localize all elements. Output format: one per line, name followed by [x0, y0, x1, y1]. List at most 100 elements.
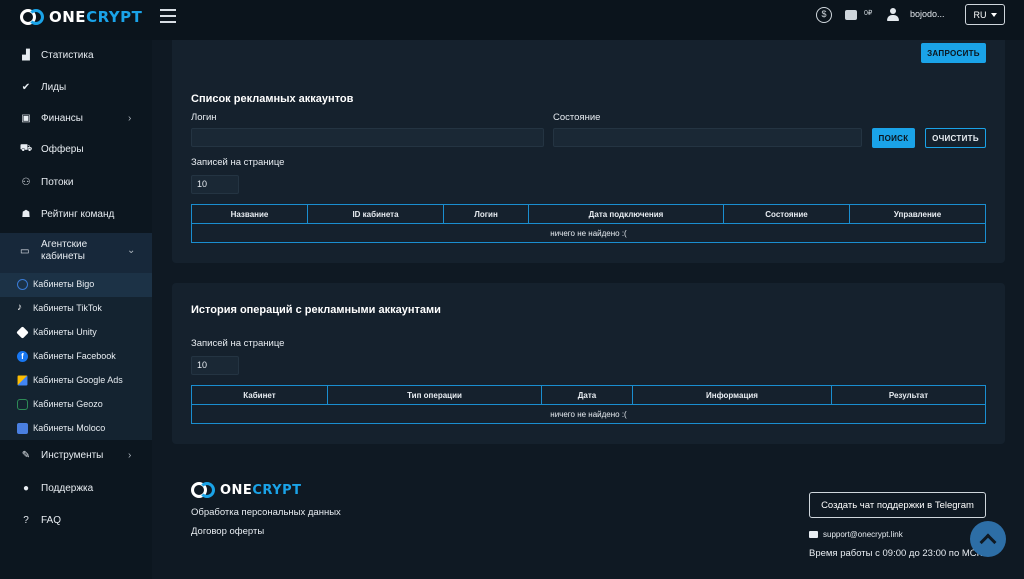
- sidebar-item-label: Рейтинг команд: [41, 208, 115, 220]
- sidebar-item-label: FAQ: [41, 514, 62, 526]
- col-header-cabinet-id[interactable]: ID кабинета: [307, 204, 444, 224]
- col-header-status[interactable]: Состояние: [723, 204, 850, 224]
- accounts-table: Название ID кабинета Логин Дата подключе…: [191, 204, 986, 243]
- clear-button[interactable]: ОЧИСТИТЬ: [925, 128, 986, 148]
- col-header-connected-date[interactable]: Дата подключения: [528, 204, 724, 224]
- brand-logo[interactable]: ONECRYPT: [20, 8, 142, 26]
- sidebar-item-support[interactable]: ● Поддержка: [0, 480, 152, 496]
- user-icon[interactable]: [887, 8, 899, 22]
- menu-toggle-icon[interactable]: [160, 9, 176, 23]
- sidebar-item-label: Лиды: [41, 81, 67, 93]
- language-label: RU: [973, 9, 987, 20]
- chevron-up-icon: [979, 533, 997, 551]
- sidebar-item-offers[interactable]: ⛟ Офферы: [0, 141, 152, 157]
- col-header-cabinet[interactable]: Кабинет: [191, 385, 328, 405]
- laptop-icon: ▭: [20, 246, 30, 257]
- top-header: ONECRYPT $ 0₽ bojodo... RU: [0, 0, 1024, 40]
- login-label: Логин: [191, 112, 217, 123]
- col-header-result[interactable]: Результат: [831, 385, 986, 405]
- support-email[interactable]: support@onecrypt.link: [823, 530, 903, 539]
- username[interactable]: bojodo...: [910, 9, 945, 19]
- sidebar-subitem-facebook[interactable]: f Кабинеты Facebook: [0, 345, 152, 369]
- logo-text-one: ONE: [220, 482, 253, 498]
- chevron-right-icon: ›: [128, 112, 132, 124]
- request-button[interactable]: ЗАПРОСИТЬ: [921, 43, 986, 63]
- sidebar-subitem-label: Кабинеты Moloco: [33, 423, 106, 433]
- col-header-login[interactable]: Логин: [443, 204, 529, 224]
- per-page-input[interactable]: 10: [191, 175, 239, 194]
- logo-icon: [20, 9, 44, 25]
- history-card: История операций с рекламными аккаунтами…: [172, 283, 1005, 444]
- unity-icon: [16, 326, 29, 339]
- search-button[interactable]: ПОИСК: [872, 128, 915, 148]
- telegram-support-button[interactable]: Создать чат поддержки в Telegram: [809, 492, 986, 518]
- chevron-down-icon: ⌄: [127, 245, 136, 256]
- check-circle-icon: ✔: [21, 81, 31, 93]
- status-label: Состояние: [553, 112, 601, 123]
- sidebar-subitem-bigo[interactable]: Кабинеты Bigo: [0, 273, 152, 297]
- table-row: ничего не найдено :(: [191, 223, 986, 243]
- moloco-icon: [17, 423, 28, 434]
- sidebar-item-tools[interactable]: ✎ Инструменты ›: [0, 447, 152, 463]
- sidebar-item-statistics[interactable]: ▟ Статистика: [0, 47, 152, 63]
- sidebar-item-label: Поддержка: [41, 482, 94, 494]
- sidebar-item-label: Инструменты: [41, 449, 104, 461]
- team-icon: ☗: [21, 208, 31, 220]
- per-page-input[interactable]: 10: [191, 356, 239, 375]
- sidebar-item-finance[interactable]: ▣ Финансы ›: [0, 110, 152, 126]
- offer-link[interactable]: Договор оферты: [191, 526, 264, 537]
- logo-text-crypt: CRYPT: [86, 8, 143, 26]
- logo-text-one: ONE: [49, 8, 87, 26]
- sidebar-subitem-label: Кабинеты Unity: [33, 327, 97, 337]
- per-page-label: Записей на странице: [191, 157, 285, 168]
- sidebar-subitem-tiktok[interactable]: ♪ Кабинеты TikTok: [0, 297, 152, 321]
- sidebar-item-leads[interactable]: ✔ Лиды: [0, 79, 152, 95]
- sidebar-item-flows[interactable]: ⚇ Потоки: [0, 174, 152, 190]
- coin-swap-icon[interactable]: $: [816, 7, 832, 23]
- status-input[interactable]: [553, 128, 862, 147]
- privacy-link[interactable]: Обработка персональных данных: [191, 507, 341, 518]
- cart-icon: ⛟: [19, 142, 33, 154]
- tiktok-icon: ♪: [17, 302, 22, 313]
- scroll-to-top-button[interactable]: [970, 521, 1006, 557]
- money-icon: ▣: [21, 112, 31, 124]
- sidebar-subitem-label: Кабинеты TikTok: [33, 303, 102, 313]
- sidebar-item-faq[interactable]: ? FAQ: [0, 512, 152, 528]
- sidebar-item-team-rating[interactable]: ☗ Рейтинг команд: [0, 206, 152, 222]
- logo-icon: [191, 482, 215, 498]
- col-header-manage[interactable]: Управление: [849, 204, 986, 224]
- sidebar-item-label-line1: Агентские: [41, 239, 88, 250]
- table-header-row: Кабинет Тип операции Дата Информация Рез…: [191, 385, 986, 405]
- language-dropdown[interactable]: RU: [965, 4, 1005, 25]
- history-title: История операций с рекламными аккаунтами: [191, 304, 441, 316]
- col-header-date[interactable]: Дата: [541, 385, 633, 405]
- working-hours: Время работы с 09:00 до 23:00 по МСК: [809, 548, 983, 559]
- sidebar-subitem-geozo[interactable]: Кабинеты Geozo: [0, 393, 152, 417]
- sidebar-item-label: Финансы: [41, 112, 83, 124]
- chevron-right-icon: ›: [128, 449, 132, 461]
- sidebar-item-agency-cabinets[interactable]: ▭ Агентские кабинеты ⌄: [0, 233, 152, 273]
- facebook-icon: f: [17, 351, 28, 362]
- flow-icon: ⚇: [21, 176, 31, 188]
- table-row: ничего не найдено :(: [191, 404, 986, 424]
- sidebar-subitem-unity[interactable]: Кабинеты Unity: [0, 321, 152, 345]
- sidebar-subitem-label: Кабинеты Bigo: [33, 279, 95, 289]
- col-header-info[interactable]: Информация: [632, 385, 832, 405]
- per-page-label: Записей на странице: [191, 338, 285, 349]
- question-icon: ?: [23, 514, 29, 526]
- col-header-operation-type[interactable]: Тип операции: [327, 385, 542, 405]
- wallet-icon[interactable]: [845, 10, 857, 20]
- sidebar: ▟ Статистика ✔ Лиды ▣ Финансы › ⛟ Офферы…: [0, 40, 152, 579]
- accounts-title: Список рекламных аккаунтов: [191, 93, 354, 105]
- sidebar-item-label: Офферы: [41, 143, 84, 155]
- footer-logo[interactable]: ONECRYPT: [191, 482, 301, 498]
- login-input[interactable]: [191, 128, 544, 147]
- support-email-line[interactable]: support@onecrypt.link: [809, 530, 903, 539]
- chat-icon: ●: [22, 482, 30, 494]
- sidebar-subitem-moloco[interactable]: Кабинеты Moloco: [0, 417, 152, 441]
- sidebar-subitem-google-ads[interactable]: Кабинеты Google Ads: [0, 369, 152, 393]
- col-header-name[interactable]: Название: [191, 204, 308, 224]
- google-ads-icon: [17, 375, 28, 386]
- bigo-icon: [17, 279, 28, 290]
- sidebar-subitem-label: Кабинеты Geozo: [33, 399, 103, 409]
